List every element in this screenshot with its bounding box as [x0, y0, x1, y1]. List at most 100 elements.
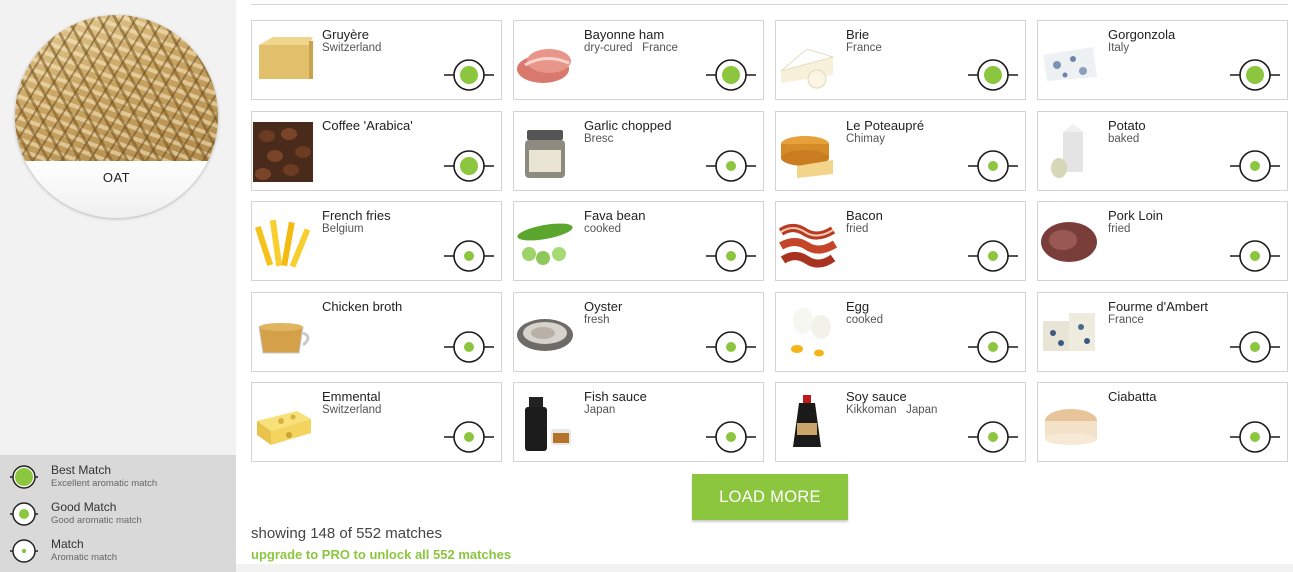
top-divider — [251, 4, 1288, 5]
brie-wedge-image — [777, 31, 837, 91]
match-card[interactable]: French fries Belgium — [251, 201, 502, 281]
ham-slices-image — [515, 31, 575, 91]
good-match-icon — [705, 239, 757, 273]
match-name: Gorgonzola — [1108, 27, 1176, 42]
match-card[interactable]: Fava bean cooked — [513, 201, 764, 281]
cheese-block-image — [253, 31, 313, 91]
match-card[interactable]: Chicken broth — [251, 291, 502, 372]
match-card[interactable]: Oyster fresh — [513, 291, 764, 372]
emmental-image — [253, 393, 313, 453]
match-detail: cooked — [846, 313, 884, 326]
blue-cheese-round-image — [1039, 303, 1099, 363]
match-name: Fava bean — [584, 208, 646, 223]
match-card[interactable]: Brie France — [775, 20, 1026, 100]
blue-cheese-image — [1039, 31, 1099, 91]
match-detail: Italy — [1108, 42, 1130, 54]
good-match-icon — [967, 420, 1019, 454]
match-name: Bacon — [846, 208, 883, 223]
good-match-icon — [1229, 239, 1281, 273]
best-match-icon — [1229, 58, 1281, 92]
bread-image — [1039, 393, 1099, 453]
match-icon — [10, 539, 38, 563]
legend-best-match: Best Match Excellent aromatic match — [0, 461, 236, 495]
legend-good-match: Good Match Good aromatic match — [0, 498, 236, 532]
match-card[interactable]: Bayonne ham dry-cured France — [513, 20, 764, 100]
match-card[interactable]: Le Poteaupré Chimay — [775, 110, 1026, 191]
good-match-icon — [705, 149, 757, 183]
match-name: Le Poteaupré — [846, 117, 925, 133]
match-name: Fish sauce — [584, 389, 647, 404]
best-match-icon — [443, 58, 495, 92]
eggs-image — [777, 303, 837, 363]
good-match-icon — [10, 502, 38, 526]
match-name: Emmental — [322, 389, 381, 404]
match-name: Brie — [846, 27, 870, 42]
match-detail: fried — [846, 223, 869, 235]
match-name: Gruyère — [322, 27, 369, 42]
legend-subtitle: Excellent aromatic match — [51, 478, 158, 489]
good-match-icon — [443, 330, 495, 364]
match-name: Potato — [1108, 117, 1146, 133]
match-card[interactable]: Egg cooked — [775, 291, 1026, 372]
pork-loin-image — [1039, 212, 1099, 272]
match-detail: Switzerland — [322, 404, 382, 416]
match-name: Bayonne ham — [584, 27, 665, 42]
best-match-icon — [443, 149, 495, 183]
match-name: Chicken broth — [322, 298, 403, 314]
legend-subtitle: Aromatic match — [51, 552, 117, 563]
match-card[interactable]: Fish sauce Japan — [513, 382, 764, 462]
legend-match: Match Aromatic match — [0, 535, 236, 569]
round-cheese-image — [777, 122, 837, 182]
good-match-icon — [1229, 149, 1281, 183]
match-detail: Kikkoman Japan — [846, 404, 938, 416]
broth-cup-image — [253, 303, 313, 363]
good-match-icon — [705, 330, 757, 364]
legend-title: Good Match — [51, 500, 117, 514]
match-card[interactable]: Gorgonzola Italy — [1037, 20, 1288, 100]
match-card[interactable]: Emmental Switzerland — [251, 382, 502, 462]
load-more-button[interactable]: LOAD MORE — [692, 474, 848, 520]
match-detail: cooked — [584, 223, 622, 235]
best-match-icon — [10, 465, 38, 489]
match-card[interactable]: Coffee 'Arabica' — [251, 110, 502, 191]
match-card[interactable]: Potato baked — [1037, 110, 1288, 191]
match-detail: Japan — [584, 404, 616, 416]
match-name: Coffee 'Arabica' — [322, 117, 413, 133]
match-card[interactable]: Ciabatta — [1037, 382, 1288, 462]
match-detail: France — [846, 42, 882, 54]
sauce-bottle-image — [515, 393, 575, 453]
sidebar: OAT Best Match Excellent aromatic match … — [0, 0, 236, 572]
match-card[interactable]: Soy sauce Kikkoman Japan — [775, 382, 1026, 462]
match-name: Fourme d'Ambert — [1108, 298, 1209, 314]
bacon-image — [777, 212, 837, 272]
match-detail: baked — [1108, 132, 1140, 145]
legend-subtitle: Good aromatic match — [51, 515, 142, 526]
oyster-image — [515, 303, 575, 363]
match-card[interactable]: Garlic chopped Bresc — [513, 110, 764, 191]
match-name: Garlic chopped — [584, 117, 672, 133]
good-match-icon — [705, 420, 757, 454]
match-legend: Best Match Excellent aromatic match Good… — [0, 455, 236, 572]
good-match-icon — [967, 239, 1019, 273]
match-card[interactable]: Fourme d'Ambert France — [1037, 291, 1288, 372]
match-detail: fried — [1108, 223, 1131, 235]
match-detail: France — [1108, 313, 1144, 326]
ingredient-name: OAT — [15, 161, 218, 218]
good-match-icon — [967, 330, 1019, 364]
good-match-icon — [443, 239, 495, 273]
match-name: Oyster — [584, 298, 623, 314]
footer-band — [236, 564, 1293, 572]
match-detail: Switzerland — [322, 42, 382, 54]
upgrade-pro-link[interactable]: upgrade to PRO to unlock all 552 matches — [251, 547, 511, 562]
legend-title: Best Match — [51, 463, 112, 477]
good-match-icon — [1229, 330, 1281, 364]
coffee-beans-image — [253, 121, 313, 182]
match-card[interactable]: Gruyère Switzerland — [251, 20, 502, 100]
match-card[interactable]: Bacon fried — [775, 201, 1026, 281]
good-match-icon — [1229, 420, 1281, 454]
match-detail: fresh — [584, 313, 610, 326]
match-name: Soy sauce — [846, 389, 907, 404]
fava-beans-image — [515, 212, 575, 272]
match-card[interactable]: Pork Loin fried — [1037, 201, 1288, 281]
match-name: Pork Loin — [1108, 208, 1163, 223]
